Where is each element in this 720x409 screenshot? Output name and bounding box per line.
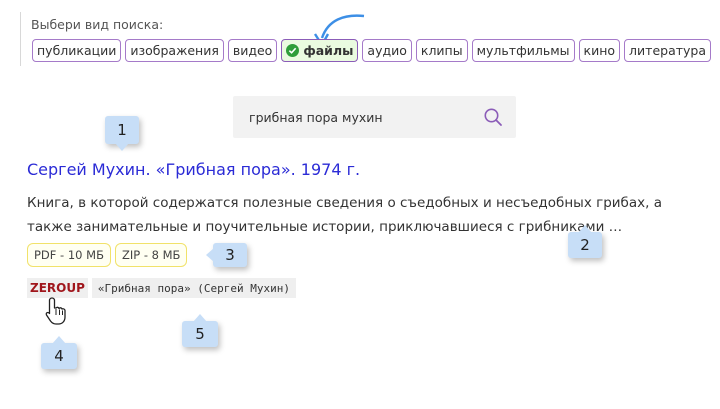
code-row: ZEROUP «Грибная пора» (Сергей Мухин) <box>27 278 296 298</box>
chip-literature[interactable]: литература <box>624 39 711 62</box>
search-type-label: Выбери вид поиска: <box>31 17 164 32</box>
callout-3: 3 <box>206 243 247 267</box>
hand-cursor-icon <box>45 297 66 325</box>
search-type-panel: Выбери вид поиска: публикации изображени… <box>20 12 711 66</box>
chip-label: видео <box>232 43 273 58</box>
zeroup-tag[interactable]: ZEROUP <box>27 278 88 298</box>
download-pdf-badge[interactable]: PDF - 10 МБ <box>27 243 111 267</box>
chip-label: публикации <box>37 43 117 58</box>
code-snippet: «Грибная пора» (Сергей Мухин) <box>91 278 296 298</box>
chip-label: кино <box>583 43 616 58</box>
chip-files[interactable]: файлы <box>281 39 359 62</box>
chip-images[interactable]: изображения <box>125 39 224 62</box>
check-icon <box>286 44 300 57</box>
chip-label: изображения <box>130 43 219 58</box>
chip-label: клипы <box>420 43 463 58</box>
chip-label: файлы <box>303 43 354 58</box>
download-badges: PDF - 10 МБ ZIP - 8 МБ <box>27 243 188 267</box>
result-title-link[interactable]: Сергей Мухин. «Грибная пора». 1974 г. <box>27 160 360 179</box>
chip-label: литература <box>629 43 706 58</box>
chip-video[interactable]: видео <box>227 39 278 62</box>
chip-publications[interactable]: публикации <box>32 39 122 62</box>
chip-clips[interactable]: клипы <box>415 39 468 62</box>
chip-cinema[interactable]: кино <box>578 39 621 62</box>
chip-audio[interactable]: аудио <box>362 39 412 62</box>
callout-5: 5 <box>182 314 218 347</box>
callout-1: 1 <box>105 116 139 151</box>
chip-cartoons[interactable]: мультфильмы <box>471 39 575 62</box>
search-box <box>233 96 516 138</box>
chip-label: аудио <box>367 43 407 58</box>
search-type-chips: публикации изображения видео файлы аудио… <box>32 39 711 62</box>
callout-4: 4 <box>41 336 77 369</box>
chip-label: мультфильмы <box>476 43 570 58</box>
search-icon[interactable] <box>478 102 508 132</box>
download-zip-badge[interactable]: ZIP - 8 МБ <box>114 243 188 267</box>
search-input[interactable] <box>233 96 478 138</box>
callout-2: 2 <box>568 225 602 258</box>
